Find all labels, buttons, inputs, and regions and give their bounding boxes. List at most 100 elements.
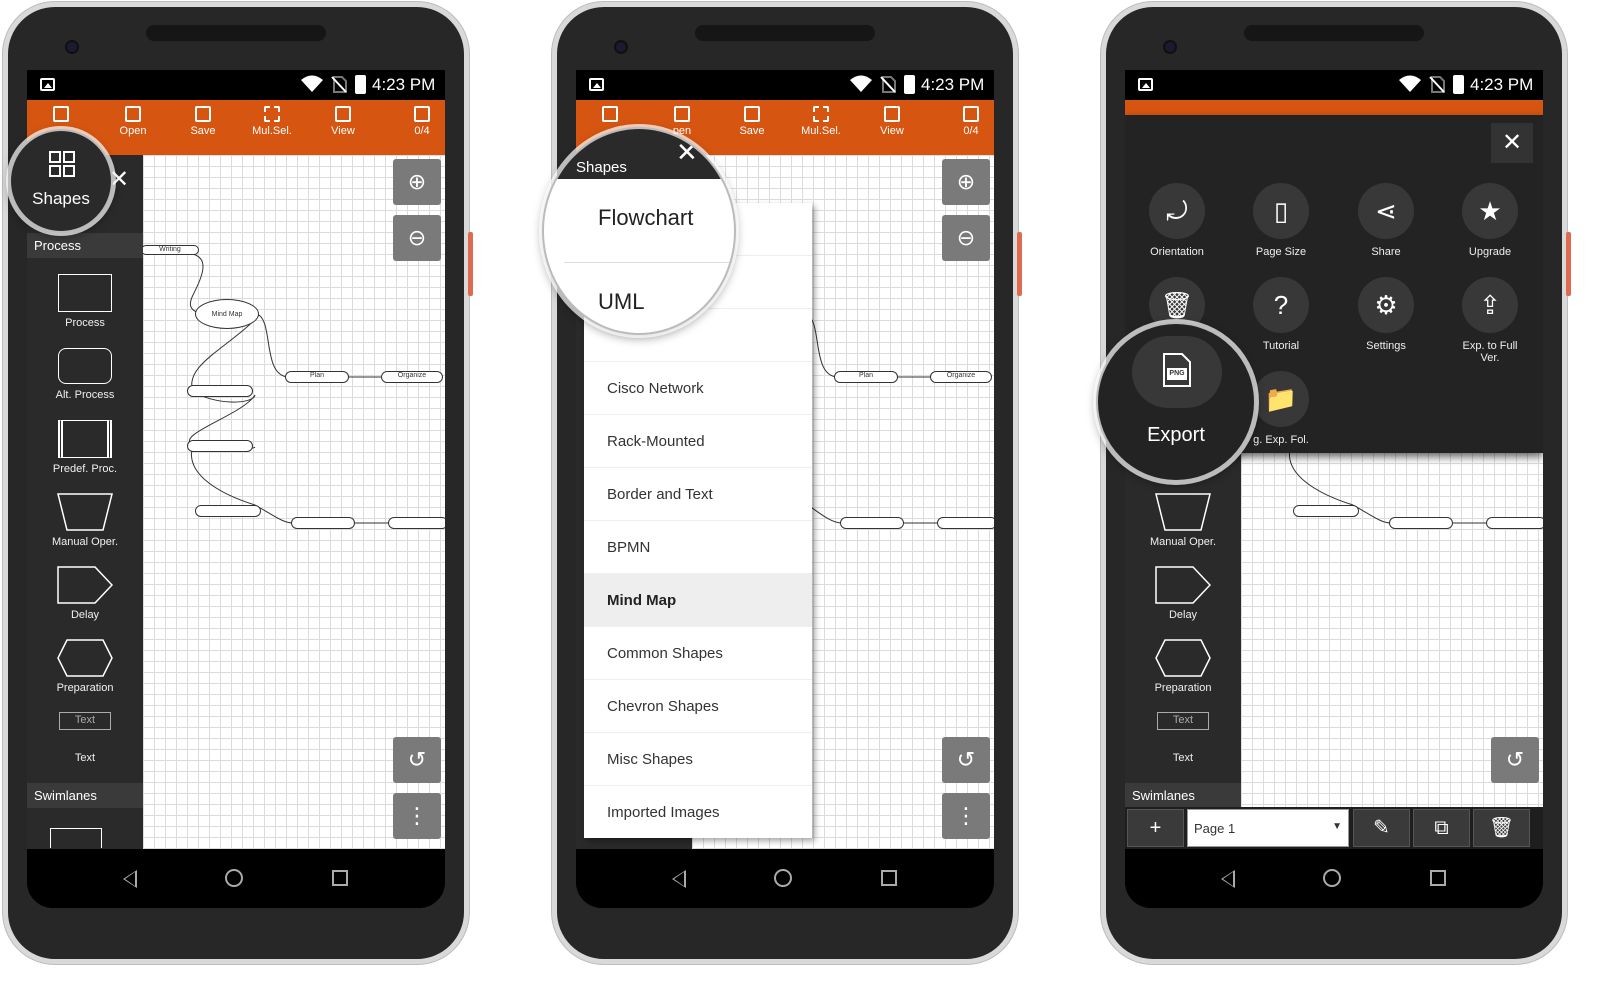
phone-3: 4:23 PM ↺ Manual Oper. Delay Preparation… — [1096, 2, 1571, 964]
multi-select-button[interactable]: Mul.Sel. — [791, 106, 851, 137]
orientation-button[interactable]: ⤾ Orientation — [1125, 183, 1229, 258]
mindmap-node[interactable]: Plan — [834, 371, 898, 383]
home-icon[interactable] — [225, 869, 243, 887]
shape-preparation[interactable]: Preparation — [1125, 639, 1241, 694]
new-file-button[interactable] — [580, 106, 640, 125]
page-select[interactable]: Page 1 ▼ — [1187, 809, 1349, 847]
rename-page-button[interactable]: ✎ — [1353, 809, 1410, 847]
category-option-border-and-text[interactable]: Border and Text — [584, 468, 812, 521]
power-button[interactable] — [468, 232, 473, 296]
multi-select-button[interactable]: Mul.Sel. — [242, 106, 302, 137]
more-options-button[interactable]: ⋮ — [942, 793, 990, 839]
category-option-misc-shapes[interactable]: Misc Shapes — [584, 733, 812, 786]
undo-button[interactable]: ↺ — [393, 737, 441, 783]
shape-delay[interactable]: Delay — [27, 566, 143, 621]
mindmap-node[interactable]: Organize — [381, 371, 443, 383]
wifi-icon — [850, 75, 872, 92]
shape-predefined-process[interactable]: Predef. Proc. — [27, 420, 143, 475]
mindmap-node[interactable]: Writing — [141, 245, 199, 255]
tutorial-button[interactable]: ? Tutorial — [1229, 277, 1333, 352]
delete-page-button[interactable]: 🗑 — [1473, 809, 1530, 847]
shape-preparation[interactable]: Preparation — [27, 639, 143, 694]
recent-apps-icon[interactable] — [881, 870, 897, 886]
category-option-common-shapes[interactable]: Common Shapes — [584, 627, 812, 680]
add-page-button[interactable]: + — [1127, 809, 1184, 847]
speaker — [695, 25, 875, 41]
back-icon[interactable] — [123, 870, 137, 888]
mindmap-node[interactable] — [291, 517, 355, 529]
more-options-button[interactable]: ⋮ — [393, 793, 441, 839]
mindmap-node[interactable]: Organize — [930, 371, 992, 383]
pages-save-button[interactable]: 0/4 — [399, 106, 445, 137]
mindmap-node[interactable] — [937, 517, 994, 529]
shapes-button-magnified[interactable]: Shapes — [9, 129, 113, 233]
shape-text[interactable]: Text Text — [27, 712, 143, 764]
shape-manual-operation[interactable]: Manual Oper. — [27, 493, 143, 548]
mindmap-node[interactable] — [195, 505, 261, 517]
zoom-out-button[interactable]: ⊖ — [942, 215, 990, 261]
close-menu-button[interactable]: ✕ — [1491, 123, 1533, 163]
back-icon[interactable] — [1221, 870, 1235, 888]
open-icon — [674, 106, 690, 122]
trash-icon: 🗑 — [1488, 817, 1515, 839]
page-size-button[interactable]: ▯ Page Size — [1229, 183, 1333, 258]
save-button[interactable]: Save — [173, 106, 233, 137]
home-icon[interactable] — [1323, 869, 1341, 887]
power-button[interactable] — [1566, 232, 1571, 296]
settings-button[interactable]: ⚙ Settings — [1334, 277, 1438, 352]
power-button[interactable] — [1017, 232, 1022, 296]
manual-operation-shape-icon — [57, 493, 113, 531]
category-option-mind-map[interactable]: Mind Map — [584, 574, 812, 627]
folder-gear-icon: 📁 — [1253, 371, 1309, 427]
recent-apps-icon[interactable] — [332, 870, 348, 886]
shape-delay[interactable]: Delay — [1125, 566, 1241, 621]
mindmap-central-node[interactable]: Mind Map — [195, 299, 259, 329]
recent-apps-icon[interactable] — [1430, 870, 1446, 886]
speaker — [1244, 25, 1424, 41]
swimlane-shape-icon[interactable] — [50, 828, 102, 848]
mindmap-node[interactable] — [187, 385, 253, 397]
drawing-canvas[interactable]: Writing Mind Map Plan Organize ⊕ ⊖ ↺ ⋮ — [141, 155, 445, 849]
home-icon[interactable] — [774, 869, 792, 887]
upgrade-button[interactable]: ★ Upgrade — [1438, 183, 1542, 258]
png-label: PNG — [1169, 370, 1185, 377]
category-option-imported-images[interactable]: Imported Images — [584, 786, 812, 839]
shape-text[interactable]: Text Text — [1125, 712, 1241, 764]
front-camera — [1163, 40, 1177, 54]
shape-manual-operation[interactable]: Manual Oper. — [1125, 493, 1241, 548]
new-file-button[interactable] — [31, 106, 91, 125]
back-icon[interactable] — [672, 870, 686, 888]
mindmap-node[interactable] — [187, 440, 253, 452]
close-icon[interactable]: ✕ — [676, 137, 698, 168]
mindmap-node[interactable] — [840, 517, 904, 529]
save-icon — [195, 106, 211, 122]
mindmap-node[interactable] — [1293, 505, 1359, 517]
shape-process[interactable]: Process — [27, 274, 143, 329]
speaker — [146, 25, 326, 41]
no-sim-icon — [1429, 76, 1445, 93]
mindmap-node[interactable] — [1389, 517, 1453, 529]
category-option-rack-mounted[interactable]: Rack-Mounted — [584, 415, 812, 468]
open-button[interactable]: Open — [103, 106, 163, 137]
mindmap-node[interactable] — [388, 517, 445, 529]
export-button-magnified[interactable]: PNG Export — [1096, 322, 1256, 482]
zoom-out-button[interactable]: ⊖ — [393, 215, 441, 261]
mindmap-node[interactable]: Plan — [285, 371, 349, 383]
category-option-uml[interactable]: UML — [598, 289, 644, 315]
undo-button[interactable]: ↺ — [1491, 737, 1539, 783]
zoom-in-button[interactable]: ⊕ — [942, 159, 990, 205]
pages-save-button[interactable]: 0/4 — [948, 106, 994, 137]
category-option-chevron-shapes[interactable]: Chevron Shapes — [584, 680, 812, 733]
view-button[interactable]: View — [862, 106, 922, 137]
mindmap-node[interactable] — [1486, 517, 1543, 529]
shape-alt-process[interactable]: Alt. Process — [27, 348, 143, 401]
zoom-in-button[interactable]: ⊕ — [393, 159, 441, 205]
category-option-flowchart[interactable]: Flowchart — [598, 205, 693, 231]
view-button[interactable]: View — [313, 106, 373, 137]
category-option-cisco-network[interactable]: Cisco Network — [584, 362, 812, 415]
category-option-bpmn[interactable]: BPMN — [584, 521, 812, 574]
duplicate-page-button[interactable]: ⧉ — [1413, 809, 1470, 847]
undo-button[interactable]: ↺ — [942, 737, 990, 783]
share-button[interactable]: ⋖ Share — [1334, 183, 1438, 258]
export-full-version-button[interactable]: ⇪ Exp. to Full Ver. — [1438, 277, 1542, 364]
